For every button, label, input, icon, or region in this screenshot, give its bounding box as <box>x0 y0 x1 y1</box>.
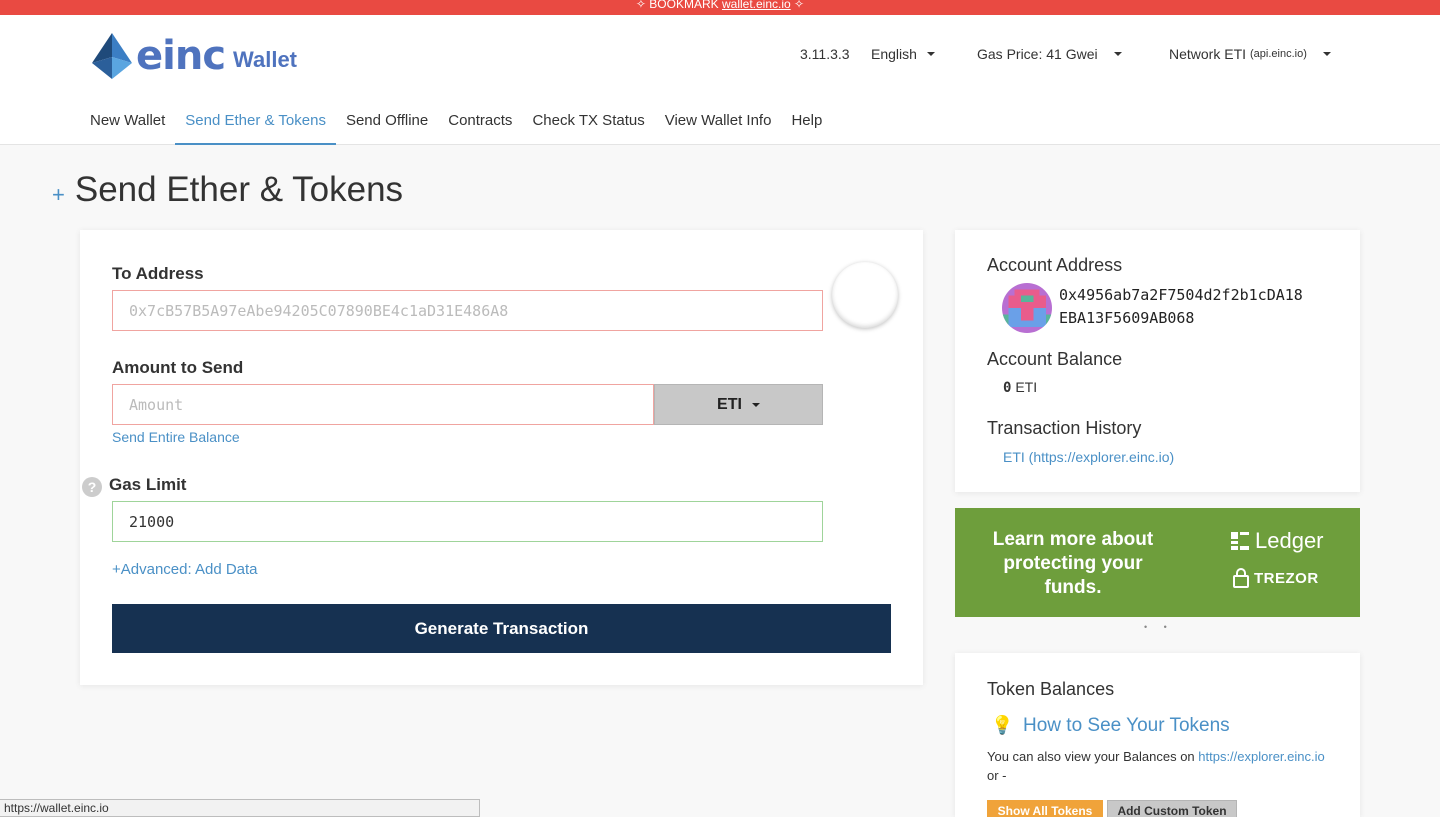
account-address: 0x4956ab7a2F7504d2f2b1cDA18 EBA13F5609AB… <box>1059 284 1349 330</box>
chevron-down-icon <box>1322 52 1331 56</box>
header: einc Wallet 3.11.3.3 English Gas Price: … <box>0 15 1440 145</box>
ledger-text: Ledger <box>1255 528 1324 553</box>
padlock-icon <box>1233 568 1249 588</box>
show-all-tokens-button[interactable]: Show All Tokens <box>987 800 1103 817</box>
banner-link[interactable]: wallet.einc.io <box>722 0 791 11</box>
eth-diamond-icon <box>92 33 132 79</box>
token-info-prefix: You can also view your Balances on <box>987 749 1199 764</box>
gas-limit-value: 21000 <box>129 512 175 531</box>
page-title: + Send Ether & Tokens <box>52 170 403 210</box>
account-identicon <box>1002 283 1052 333</box>
to-address-label: To Address <box>112 264 204 283</box>
how-to-see-tokens-link[interactable]: How to See Your Tokens <box>1023 715 1230 737</box>
gas-limit-label: Gas Limit <box>109 475 187 494</box>
token-info-text: You can also view your Balances on https… <box>987 747 1337 785</box>
amount-label: Amount to Send <box>112 358 244 377</box>
logo[interactable]: einc Wallet <box>92 33 297 79</box>
generate-transaction-button[interactable]: Generate Transaction <box>112 604 891 653</box>
chevron-down-icon <box>926 52 935 56</box>
network-text: Network ETI <box>1169 46 1247 62</box>
amount-placeholder: Amount <box>129 395 184 414</box>
version-text: 3.11.3.3 <box>800 46 850 62</box>
unit-dropdown[interactable]: ETI <box>654 384 823 425</box>
carousel-dots[interactable]: • • <box>1144 622 1174 632</box>
ledger-icon <box>1231 532 1249 550</box>
unit-text: ETI <box>717 395 742 413</box>
nav-send-offline[interactable]: Send Offline <box>336 107 438 145</box>
gas-price-text: Gas Price: 41 Gwei <box>977 46 1098 62</box>
network-host: (api.einc.io) <box>1250 48 1307 60</box>
transaction-history-label: Transaction History <box>987 418 1142 438</box>
address-identicon <box>832 262 898 328</box>
token-info-suffix: or - <box>987 768 1007 783</box>
status-bar-url: https://wallet.einc.io <box>0 799 480 817</box>
lightbulb-icon: 💡 <box>991 715 1014 735</box>
nav-help[interactable]: Help <box>781 107 832 145</box>
account-card: Account Address 0x4956ab7a2F7504d2f2b1cD… <box>955 230 1360 492</box>
trezor-text: TREZOR <box>1254 569 1319 587</box>
logo-product: Wallet <box>233 47 298 72</box>
help-icon[interactable]: ? <box>82 477 102 497</box>
version-label: 3.11.3.3 <box>800 46 850 62</box>
plus-icon[interactable]: + <box>52 182 65 208</box>
address-line-2: EBA13F5609AB068 <box>1059 309 1195 327</box>
balance-value: 0 <box>1003 380 1012 396</box>
address-line-1: 0x4956ab7a2F7504d2f2b1cDA18 <box>1059 286 1303 304</box>
gas-limit-input[interactable]: 21000 <box>112 501 823 542</box>
explorer-link[interactable]: https://explorer.einc.io <box>1198 749 1324 764</box>
to-address-input[interactable]: 0x7cB57B5A97eAbe94205C07890BE4c1aD31E486… <box>112 290 823 331</box>
chevron-down-icon <box>1113 52 1122 56</box>
account-balance-label: Account Balance <box>987 349 1123 369</box>
banner-suffix: ✧ <box>790 0 805 11</box>
bookmark-banner: ✧ BOOKMARK wallet.einc.io ✧ <box>0 0 1440 15</box>
promo-text: Learn more about protecting your funds. <box>992 529 1154 598</box>
send-form-card: To Address 0x7cB57B5A97eAbe94205C07890BE… <box>80 230 923 685</box>
token-balances-card: Token Balances 💡 How to See Your Tokens … <box>955 653 1360 817</box>
language-dropdown[interactable]: English <box>871 46 935 62</box>
token-balances-title: Token Balances <box>987 679 1115 699</box>
language-text: English <box>871 46 917 62</box>
network-dropdown[interactable]: Network ETI (api.einc.io) <box>1169 46 1331 62</box>
nav-send-ether-tokens[interactable]: Send Ether & Tokens <box>175 107 336 145</box>
to-address-placeholder: 0x7cB57B5A97eAbe94205C07890BE4c1aD31E486… <box>129 301 509 320</box>
nav-contracts[interactable]: Contracts <box>438 107 522 145</box>
advanced-add-data-link[interactable]: +Advanced: Add Data <box>112 561 258 578</box>
amount-input[interactable]: Amount <box>112 384 654 425</box>
banner-prefix: ✧ BOOKMARK <box>635 0 722 11</box>
chevron-down-icon <box>751 402 760 407</box>
trezor-logo: TREZOR <box>1233 568 1319 588</box>
nav-view-wallet-info[interactable]: View Wallet Info <box>655 107 782 145</box>
balance-unit: ETI <box>1015 379 1038 395</box>
gas-price-dropdown[interactable]: Gas Price: 41 Gwei <box>977 46 1122 62</box>
page-title-text: Send Ether & Tokens <box>74 170 404 209</box>
account-balance: 0 ETI <box>1003 379 1037 396</box>
add-custom-token-button[interactable]: Add Custom Token <box>1107 800 1237 817</box>
nav-new-wallet[interactable]: New Wallet <box>80 107 175 145</box>
main-nav: New Wallet Send Ether & Tokens Send Offl… <box>80 107 832 145</box>
ledger-logo: Ledger <box>1231 528 1324 554</box>
hardware-wallet-promo[interactable]: Learn more about protecting your funds. … <box>955 508 1360 617</box>
transaction-history-link[interactable]: ETI (https://explorer.einc.io) <box>1003 449 1174 465</box>
send-entire-balance-link[interactable]: Send Entire Balance <box>112 429 240 445</box>
logo-brand: einc <box>136 33 226 79</box>
nav-check-tx-status[interactable]: Check TX Status <box>522 107 654 145</box>
account-address-label: Account Address <box>987 255 1123 275</box>
